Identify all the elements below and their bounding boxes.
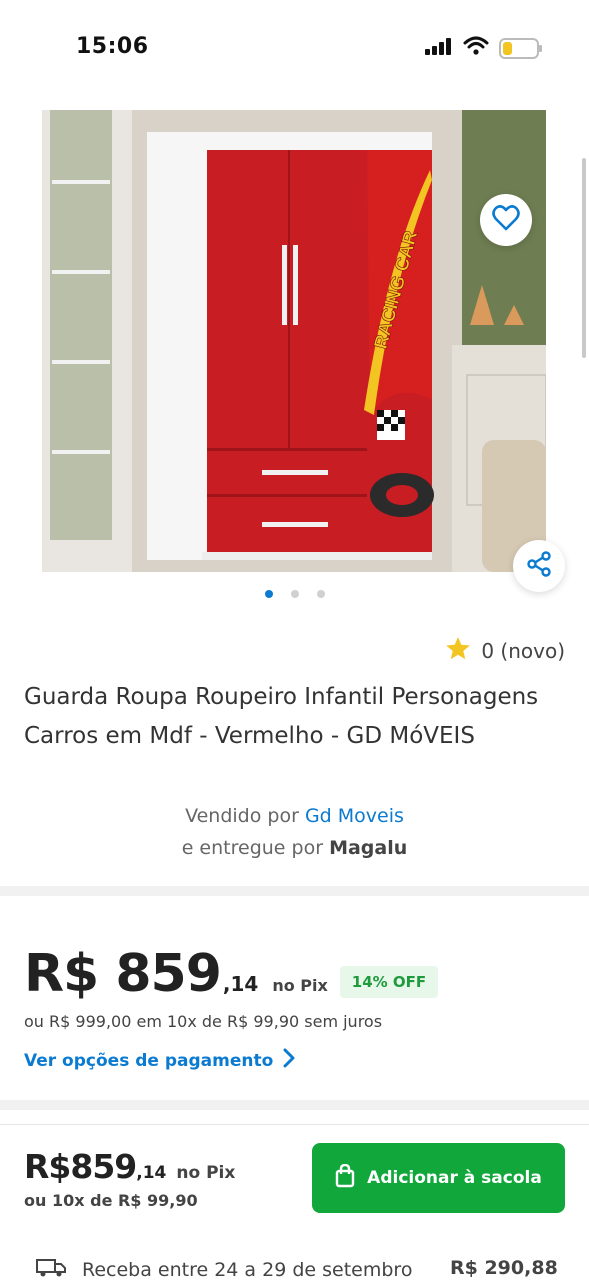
- favorite-button[interactable]: [480, 194, 532, 246]
- scrollbar[interactable]: [582, 158, 586, 358]
- delivery-info[interactable]: Receba entre 24 a 29 de setembro R$ 290,…: [36, 1257, 576, 1282]
- payment-options-label: Ver opções de pagamento: [24, 1050, 274, 1071]
- bottom-price-cents: ,14: [136, 1163, 167, 1183]
- heart-icon: [492, 205, 520, 235]
- star-icon: [445, 636, 471, 666]
- rating-text: 0 (novo): [481, 639, 565, 663]
- delivery-price: R$ 290,88: [450, 1257, 558, 1279]
- bottom-purchase-bar: R$859 ,14 no Pix ou 10x de R$ 99,90 Adic…: [0, 1124, 589, 1281]
- price-section: R$ 859 ,14 no Pix 14% OFF: [24, 944, 439, 1004]
- payment-options-link[interactable]: Ver opções de pagamento: [24, 1048, 295, 1073]
- delivery-company: Magalu: [329, 837, 408, 859]
- section-divider: [0, 1100, 589, 1110]
- section-divider: [0, 886, 589, 896]
- shopping-bag-icon: [335, 1163, 355, 1193]
- discount-badge: 14% OFF: [339, 966, 439, 998]
- share-icon: [525, 550, 553, 582]
- bottom-installments: ou 10x de R$ 99,90: [24, 1191, 198, 1210]
- battery-icon: [499, 37, 542, 59]
- status-time: 15:06: [76, 34, 149, 59]
- carousel-dot[interactable]: [264, 590, 273, 598]
- delivery-date: Receba entre 24 a 29 de setembro: [82, 1258, 413, 1281]
- delivered-by-label: e entregue por: [181, 837, 324, 859]
- product-image[interactable]: RACING CAR: [42, 110, 546, 572]
- share-button[interactable]: [513, 540, 565, 592]
- status-bar: 15:06: [0, 0, 589, 90]
- bottom-payment-method: no Pix: [176, 1163, 236, 1183]
- chevron-right-icon: [283, 1048, 295, 1073]
- installments-text: ou R$ 999,00 em 10x de R$ 99,90 sem juro…: [24, 1012, 383, 1031]
- carousel-indicator[interactable]: [0, 590, 589, 598]
- carousel-dot[interactable]: [316, 590, 325, 598]
- add-to-bag-button[interactable]: Adicionar à sacola: [312, 1143, 565, 1213]
- carousel-dot[interactable]: [290, 590, 299, 598]
- price-integer: R$ 859: [24, 944, 222, 1004]
- payment-method: no Pix: [272, 976, 328, 995]
- sold-by-label: Vendido por: [185, 805, 299, 827]
- product-title: Guarda Roupa Roupeiro Infantil Personage…: [24, 684, 539, 749]
- bottom-price-integer: R$859: [24, 1147, 137, 1186]
- add-to-bag-label: Adicionar à sacola: [367, 1168, 542, 1188]
- rating[interactable]: 0 (novo): [445, 636, 565, 666]
- price-cents: ,14: [222, 972, 259, 996]
- status-icons: [425, 36, 542, 60]
- cellular-signal-icon: [425, 37, 453, 59]
- seller-info: Vendido por Gd Moveis e entregue por Mag…: [0, 800, 589, 864]
- seller-link[interactable]: Gd Moveis: [305, 805, 404, 827]
- wifi-icon: [463, 36, 489, 60]
- truck-icon: [36, 1257, 66, 1282]
